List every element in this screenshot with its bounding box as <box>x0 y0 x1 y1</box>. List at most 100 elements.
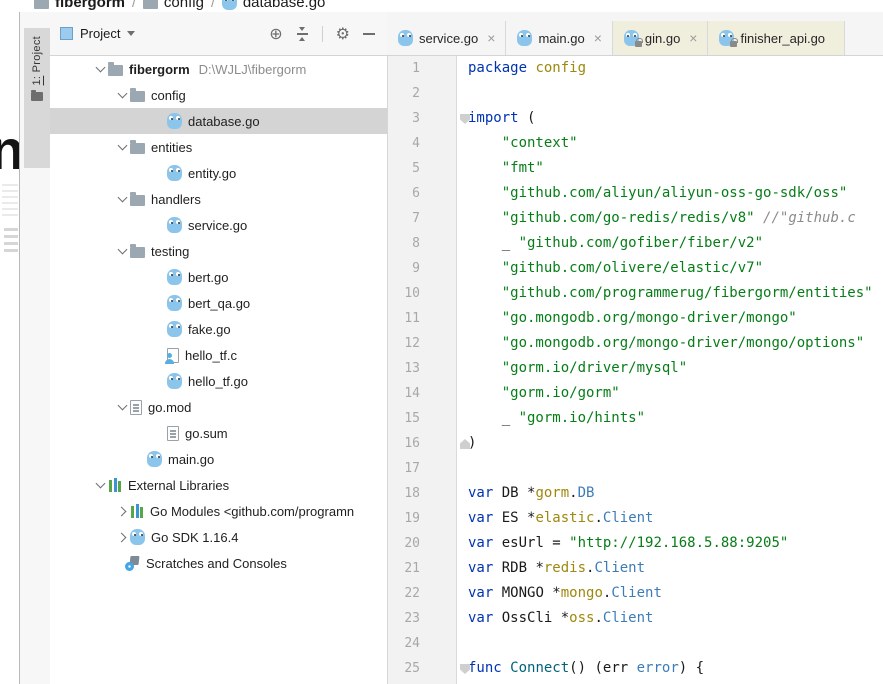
tree-item[interactable]: go.sum <box>50 420 387 446</box>
tree-item[interactable]: hello_tf.c <box>50 342 387 368</box>
chevron-collapsed-icon[interactable] <box>116 504 130 518</box>
tree-item[interactable]: entity.go <box>50 160 387 186</box>
line-number: 6 <box>412 186 420 201</box>
code-line[interactable]: "github.com/go-redis/redis/v8" //"github… <box>468 206 856 231</box>
chevron-expanded-icon[interactable] <box>94 62 108 76</box>
tree-item[interactable]: Go SDK 1.16.4 <box>50 524 387 550</box>
code-line[interactable]: "github.com/olivere/elastic/v7" <box>468 256 763 281</box>
tree-item[interactable]: go.mod <box>50 394 387 420</box>
tree-item[interactable]: testing <box>50 238 387 264</box>
breadcrumb-item[interactable]: config <box>142 0 204 11</box>
tab-close-icon[interactable]: × <box>594 31 602 45</box>
project-tool-window-button[interactable]: 1: Project <box>24 28 50 168</box>
go-file-icon <box>147 451 162 467</box>
tab-close-icon[interactable]: × <box>689 31 697 45</box>
editor-tab[interactable]: main.go × <box>506 21 613 55</box>
go-file-icon <box>167 295 182 311</box>
breadcrumb-label: fibergorm <box>55 0 126 11</box>
code-line[interactable]: func Connect() (err error) { <box>468 656 704 681</box>
line-number: 4 <box>412 136 420 151</box>
editor-tab[interactable]: gin.go × <box>612 21 709 55</box>
tree-item[interactable]: config <box>50 82 387 108</box>
editor-tab[interactable]: service.go × <box>387 21 507 55</box>
code-line[interactable]: var RDB *redis.Client <box>468 556 645 581</box>
tree-item[interactable]: Scratches and Consoles <box>50 550 387 576</box>
code-token: package <box>468 60 528 76</box>
breadcrumb-item[interactable]: database.go <box>221 0 325 11</box>
code-token: var <box>468 510 494 526</box>
project-panel-title[interactable]: Project <box>80 26 120 41</box>
tree-item-label: fake.go <box>188 321 231 337</box>
code-line[interactable]: "go.mongodb.org/mongo-driver/mongo" <box>468 306 797 331</box>
code-editor[interactable]: 1 2 3 4 5 6 7 8 9 10 11 12 13 14 15 16 17 18 19 20 21 22 23 24 2… <box>387 56 883 684</box>
code-line[interactable]: var ES *elastic.Client <box>468 506 653 531</box>
hide-panel-icon[interactable] <box>363 32 375 35</box>
go-file-locked-icon <box>623 30 643 47</box>
folder-icon <box>108 61 123 76</box>
tree-item[interactable]: hello_tf.go <box>50 368 387 394</box>
tree-item[interactable]: fake.go <box>50 316 387 342</box>
chevron-expanded-icon[interactable] <box>116 88 130 102</box>
code-line[interactable]: "github.com/aliyun/aliyun-oss-go-sdk/oss… <box>468 181 848 206</box>
scratches-icon <box>125 556 140 571</box>
watermark <box>2 182 18 216</box>
tab-close-icon[interactable]: × <box>487 31 495 45</box>
code-line[interactable]: "context" <box>468 131 578 156</box>
tree-item[interactable]: bert_qa.go <box>50 290 387 316</box>
chevron-expanded-icon[interactable] <box>116 244 130 258</box>
tree-item[interactable]: main.go <box>50 446 387 472</box>
project-panel-header: Project ⊕ ⚙ <box>50 12 387 55</box>
collapse-all-icon[interactable] <box>296 26 309 41</box>
code-line[interactable]: var DB *gorm.DB <box>468 481 594 506</box>
tree-item[interactable]: Go Modules <github.com/programn <box>50 498 387 524</box>
editor-tab[interactable]: finisher_api.go <box>708 21 846 55</box>
chevron-expanded-icon[interactable] <box>116 140 130 154</box>
chevron-expanded-icon[interactable] <box>94 478 108 492</box>
chevron-expanded-icon[interactable] <box>116 400 130 414</box>
tree-item-label: bert.go <box>188 269 229 285</box>
locate-file-icon[interactable]: ⊕ <box>269 25 282 42</box>
tree-item[interactable]: handlers <box>50 186 387 212</box>
chevron-collapsed-icon[interactable] <box>116 530 130 544</box>
go-file-icon <box>167 165 182 181</box>
code-line[interactable]: "gorm.io/gorm" <box>468 381 620 406</box>
breadcrumb-item[interactable]: fibergorm <box>34 0 125 11</box>
file-icon <box>167 425 179 441</box>
code-line[interactable]: "gorm.io/driver/mysql" <box>468 356 687 381</box>
tab-label: main.go <box>538 30 585 46</box>
tree-item[interactable]: service.go <box>50 212 387 238</box>
tree-item-label: Go SDK 1.16.4 <box>151 529 239 545</box>
header-band: Project ⊕ ⚙ service.go × main.go × gin.go × fi… <box>20 12 883 56</box>
tree-item[interactable]: External Libraries <box>50 472 387 498</box>
code-line[interactable]: package config <box>468 56 586 81</box>
watermark <box>4 228 18 252</box>
tree-item[interactable]: database.go <box>50 108 387 134</box>
code-line[interactable]: var esUrl = "http://192.168.5.88:9205" <box>468 531 788 556</box>
code-line[interactable]: var MONGO *mongo.Client <box>468 581 662 606</box>
tree-item[interactable]: fibergorm D:\WJLJ\fibergorm <box>50 56 387 82</box>
folder-icon <box>130 191 145 206</box>
code-line[interactable]: var OssCli *oss.Client <box>468 606 653 631</box>
tree-item[interactable]: bert.go <box>50 264 387 290</box>
chevron-expanded-icon[interactable] <box>116 192 130 206</box>
code-token: "go.mongodb.org/mongo-driver/mongo" <box>501 310 797 326</box>
code-line[interactable]: "go.mongodb.org/mongo-driver/mongo/optio… <box>468 331 864 356</box>
code-line[interactable]: _ "github.com/gofiber/fiber/v2" <box>468 231 763 256</box>
chevron-down-icon[interactable] <box>127 31 136 40</box>
gear-icon[interactable]: ⚙ <box>336 25 350 42</box>
code-line[interactable]: "fmt" <box>468 156 544 181</box>
code-line[interactable]: "github.com/programmerug/fibergorm/entit… <box>468 281 873 306</box>
code-token: "gorm.io/gorm" <box>501 385 620 401</box>
code-line[interactable]: _ "gorm.io/hints" <box>468 406 645 431</box>
code-token: "gorm.io/driver/mysql" <box>501 360 688 376</box>
tree-item[interactable]: entities <box>50 134 387 160</box>
code-line[interactable]: import ( <box>468 106 535 131</box>
code-token: func <box>468 660 502 676</box>
